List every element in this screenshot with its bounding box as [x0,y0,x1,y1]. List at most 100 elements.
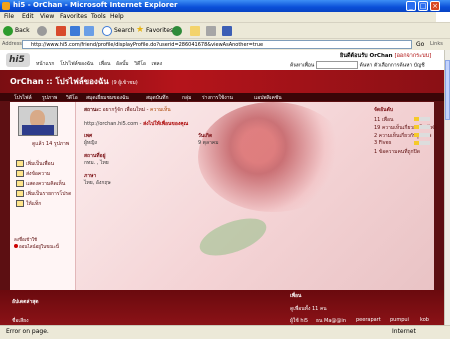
profile-tabs: โปรไฟล์ รูปภาพ วิดีโอ สมุดเยี่ยมชมของฉัน… [0,93,444,101]
links-button[interactable]: Links [430,41,443,47]
print-icon[interactable] [206,26,216,36]
search-options-link[interactable]: ตัวเลือกการค้นหา [374,63,412,69]
menu-bar: File Edit View Favorites Tools Help [0,12,450,22]
profile-left-column: ดูแล้ว 14 รูปภาพ เพิ่มเป็นเพื่อน ส่งข้อค… [10,102,76,290]
friends-title: เพื่อน [290,293,302,299]
status-line: สถานะ: อยากรู้จัก เพื่อนใหม่ - ความเห็น [84,107,171,113]
tab-journal[interactable]: สมุดบันทึก [146,94,169,102]
nav-my-profile[interactable]: โปรไฟล์ของฉัน [60,61,93,67]
rating-bar [414,133,430,137]
menu-help[interactable]: Help [110,13,124,20]
menu-tools[interactable]: Tools [91,13,106,20]
address-input[interactable]: http://www.hi5.com/friend/profile/displa… [22,40,412,49]
forward-arrow-icon[interactable] [37,26,47,36]
close-button[interactable]: × [430,1,440,11]
friend-name[interactable]: ธน Ma@@in [316,317,346,325]
account-link[interactable]: บัญชี [414,63,425,69]
maximize-button[interactable]: □ [418,1,428,11]
scrollbar-thumb[interactable] [445,60,450,120]
tab-guestbook[interactable]: สมุดเยี่ยมชมของฉัน [86,94,129,102]
online-status: ออนไลน์อยู่ในขณะนี้ [14,243,59,250]
favorites-star-icon[interactable]: ★ [136,26,144,35]
search-submit[interactable]: ค้นหา [359,63,372,69]
logout-link[interactable]: [ออกจากระบบ] [394,53,431,59]
window-title: hi5 - OrChan - Microsoft Internet Explor… [13,1,178,9]
rating-bar [414,125,430,129]
tab-applications[interactable]: แอปพลิเคชัน [254,94,282,102]
status-comment-link[interactable]: ความเห็น [150,107,171,113]
recent-updates-title: อัปเดตล่าสุด [12,299,39,305]
stat-blocked[interactable]: 1 ข้อความคนที่ถูกปิด [374,148,420,156]
birthday-value: 9 ตุลาคม [198,140,219,146]
friend-name[interactable]: ผู้ใช้ hi5 [290,317,308,325]
lower-section: อัปเดตล่าสุด ชื่อเสียง เพื่อน ดูเพื่อนทั… [0,290,444,325]
favorite-icon [16,190,24,197]
nav-videos[interactable]: วิดีโอ [134,61,146,67]
windows-logo-icon [436,12,450,22]
minimize-button[interactable]: _ [406,1,416,11]
search-input[interactable] [315,61,358,69]
send-message-link[interactable]: ส่งข้อความ [16,170,50,178]
friend-name[interactable]: peerapart [356,317,381,323]
add-favorite-link[interactable]: เพิ่มเป็นรายการโปรด [16,190,71,198]
menu-edit[interactable]: Edit [22,13,34,20]
nav-home[interactable]: หน้าแรก [36,61,54,67]
photo-views[interactable]: ดูแล้ว 14 รูปภาพ [32,140,69,148]
add-friend-link[interactable]: เพิ่มเป็นเพื่อน [16,160,54,168]
stop-icon[interactable] [56,26,66,36]
window-title-bar[interactable]: hi5 - OrChan - Microsoft Internet Explor… [0,0,450,12]
profile-photo[interactable] [18,106,58,136]
ie-icon [2,2,10,10]
view-all-friends-link[interactable]: ดูเพื่อนทั้ง 11 คน [290,305,327,313]
stat-friends[interactable]: 11 เพื่อน [374,116,393,124]
site-nav: หน้าแรก โปรไฟล์ของฉัน เพื่อน อัลบั้ม วิด… [36,60,166,68]
stats-title: จัดอันดับ [374,107,394,113]
tab-profile[interactable]: โปรไฟล์ [14,94,32,102]
refresh-icon[interactable] [70,26,80,36]
go-button[interactable]: Go [416,41,424,48]
search-icon[interactable] [102,26,112,36]
tab-photos[interactable]: รูปภาพ [42,94,57,102]
location-value: กทม. , ไทย [84,160,109,166]
profile-url[interactable]: http://orchan.hi5.com [84,121,138,127]
menu-favorites[interactable]: Favorites [60,13,87,20]
stat-fives[interactable]: 3 Fives [374,140,391,146]
favorites-button[interactable]: Favorites [146,27,173,34]
tab-activity[interactable]: ร่างการใช้งาน [202,94,233,102]
online-dot-icon [14,244,18,248]
rose-background-image [198,102,348,212]
profile-url-row: http://orchan.hi5.com - ส่งไปให้เพื่อนขอ… [84,121,189,127]
comment-icon [16,180,24,187]
envelope-icon [16,170,24,177]
mail-icon[interactable] [190,26,200,36]
back-button[interactable]: Back [15,27,30,34]
back-arrow-icon[interactable] [3,26,13,36]
profile-stats-column: จัดอันดับ 11 เพื่อน 19 ความเห็นเกี่ยวกับ… [370,102,437,290]
tag-link[interactable]: ให้แท็ก [16,200,41,208]
search-button[interactable]: Search [114,27,135,34]
status-message[interactable]: Error on page. [6,328,49,335]
security-zone: Internet [392,328,416,335]
tab-videos[interactable]: วิดีโอ [66,94,78,102]
page-title: OrChan :: โปรไฟล์ของฉัน (9 ผู้เข้าชม) [10,77,138,86]
gender-value: ผู้หญิง [84,140,97,146]
hi5-logo[interactable]: hi5 [6,53,30,67]
nav-friends[interactable]: เพื่อน [99,61,110,67]
tab-groups[interactable]: กลุ่ม [182,94,191,102]
nav-albums[interactable]: อัลบั้ม [116,61,129,67]
nav-music[interactable]: เพลง [152,61,163,67]
comment-link[interactable]: แสดงความคิดเห็น [16,180,65,188]
fame-title: ชื่อเสียง [12,318,29,324]
add-friend-icon [16,160,24,167]
web-page: hi5 หน้าแรก โปรไฟล์ของฉัน เพื่อน อัลบั้ม… [0,50,444,325]
home-icon[interactable] [84,26,94,36]
rating-bar [414,117,430,121]
send-to-friend-link[interactable]: ส่งไปให้เพื่อนของคุณ [143,121,188,127]
friend-name[interactable]: kob [420,317,429,323]
menu-file[interactable]: File [4,13,14,20]
menu-view[interactable]: View [40,13,54,20]
leaf-background-image [194,210,272,264]
edit-icon[interactable] [222,26,232,36]
media-icon[interactable] [172,26,182,36]
friend-name[interactable]: pumpui [390,317,409,323]
